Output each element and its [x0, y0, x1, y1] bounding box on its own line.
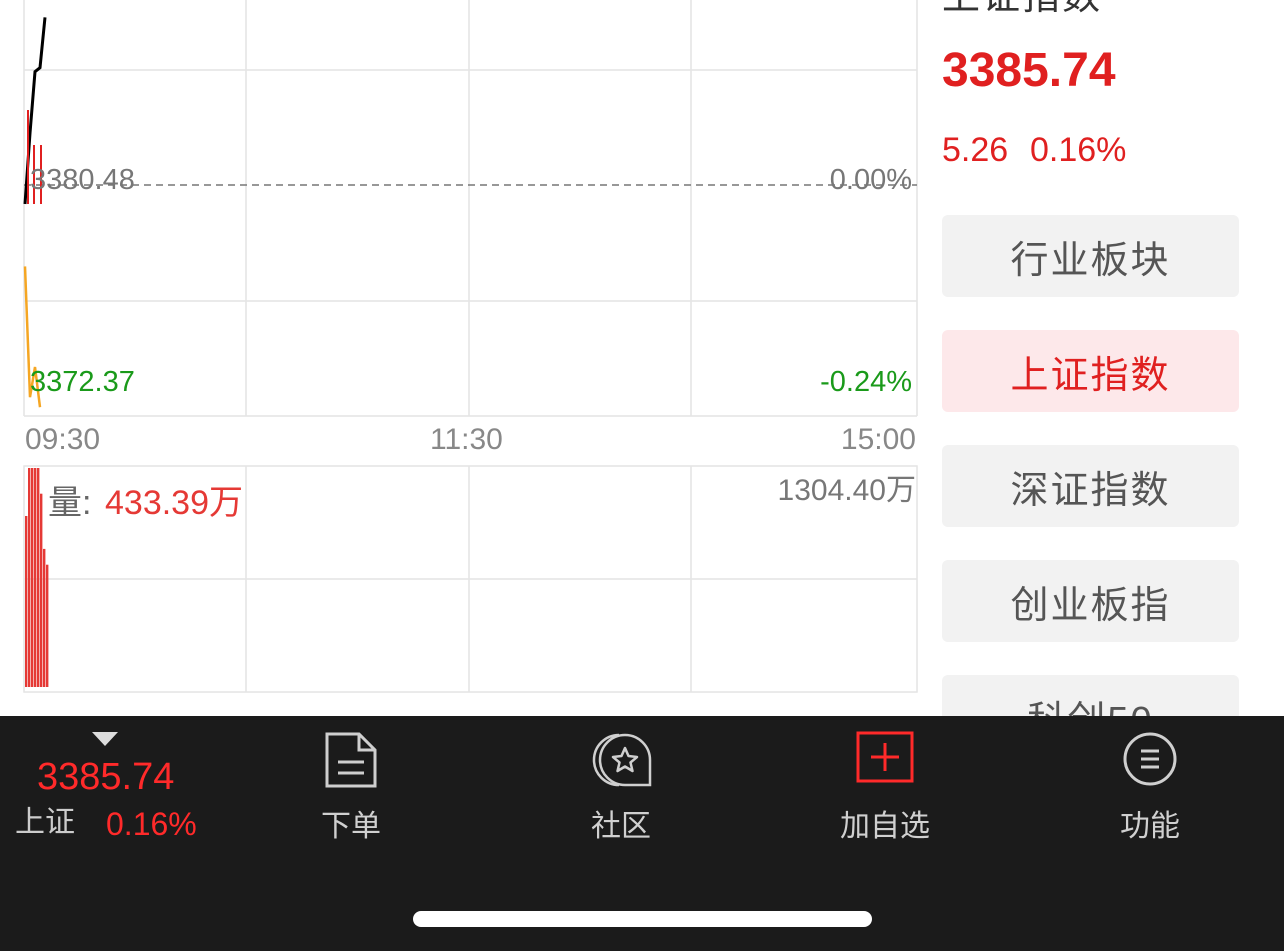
volume-value: 433.39万	[105, 484, 243, 522]
volume-bar	[34, 468, 37, 687]
tab-label: 加自选	[840, 810, 930, 843]
sidebar-item-label: 创业板指	[1010, 584, 1171, 627]
ticker-name: 上证	[15, 806, 75, 839]
sidebar-item-label: 行业板块	[1010, 239, 1171, 282]
sidebar-item-industry[interactable]: 行业板块	[942, 215, 1239, 297]
volume-bar	[43, 548, 46, 687]
home-indicator[interactable]	[413, 911, 872, 927]
chart-canvas	[23, 0, 918, 693]
community-star-icon	[592, 733, 652, 787]
ticker-price: 3385.74	[37, 756, 175, 798]
volume-series	[25, 468, 49, 687]
tab-label: 社区	[591, 810, 651, 843]
add-watchlist-icon	[856, 731, 914, 783]
low-price-label: 3372.37	[30, 366, 135, 398]
price-grid	[23, 0, 918, 417]
index-title: 上证指数	[942, 0, 1102, 16]
volume-caption: 量:	[48, 484, 92, 522]
volume-max-label: 1304.40万	[777, 474, 916, 507]
sidebar-item-shenzhen-index[interactable]: 深证指数	[942, 445, 1239, 527]
time-label-midday: 11:30	[430, 423, 503, 456]
sidebar-item-chinext-index[interactable]: 创业板指	[942, 560, 1239, 642]
sidebar-item-shanghai-index[interactable]: 上证指数	[942, 330, 1239, 412]
tab-label: 下单	[321, 810, 381, 843]
sidebar-item-label: 深证指数	[1010, 469, 1171, 512]
menu-circle-icon	[1123, 732, 1177, 786]
index-price: 3385.74	[942, 44, 1116, 97]
low-pct-label: -0.24%	[820, 366, 912, 398]
tab-label: 功能	[1120, 810, 1180, 843]
time-label-close: 15:00	[840, 423, 916, 456]
tick-bar	[27, 110, 29, 204]
volume-bar	[31, 468, 34, 687]
sidebar-item-label: 上证指数	[1010, 354, 1171, 397]
tab-add-watchlist[interactable]: 加自选	[785, 716, 985, 846]
index-change: 5.26	[942, 131, 1009, 169]
volume-bar	[40, 493, 43, 687]
intraday-chart[interactable]: 3380.48 0.00% 3372.37 -0.24% 09:30 11:30…	[0, 0, 930, 715]
ref-pct-label: 0.00%	[829, 164, 912, 196]
ticker-pct: 0.16%	[106, 806, 197, 842]
time-label-open: 09:30	[25, 423, 101, 456]
tab-community[interactable]: 社区	[521, 716, 721, 846]
tab-order[interactable]: 下单	[251, 716, 451, 846]
volume-bar	[28, 468, 31, 687]
volume-bar	[25, 516, 28, 687]
volume-bar	[46, 564, 49, 687]
tab-functions[interactable]: 功能	[1050, 716, 1250, 846]
triangle-down-icon	[92, 732, 118, 746]
ref-price-label: 3380.48	[30, 164, 135, 196]
price-series	[23, 17, 47, 408]
index-ticker[interactable]: 3385.74 上证 0.16%	[0, 716, 220, 856]
volume-bar	[37, 468, 40, 687]
document-icon	[325, 732, 377, 788]
index-change-pct: 0.16%	[1030, 131, 1127, 169]
